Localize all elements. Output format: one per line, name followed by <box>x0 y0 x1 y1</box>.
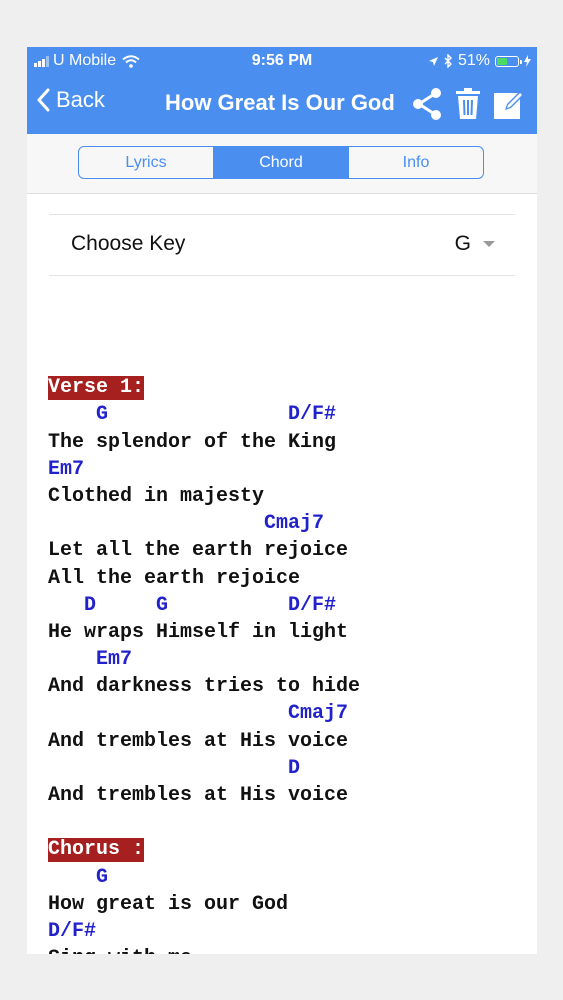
chord-line: Em7 <box>48 457 85 481</box>
trash-icon <box>456 88 480 119</box>
edit-icon <box>494 90 525 119</box>
chord-sheet: Verse 1: G D/F# The splendor of the King E… <box>48 347 528 954</box>
tab-info[interactable]: Info <box>349 147 483 178</box>
share-icon <box>413 88 441 120</box>
share-button[interactable] <box>411 87 443 126</box>
tab-chord[interactable]: Chord <box>214 147 349 178</box>
chord-line: Em7 <box>48 648 133 672</box>
lyric-line: And trembles at His voice <box>48 729 349 753</box>
bluetooth-icon <box>444 54 452 68</box>
lyric-line: All the earth rejoice <box>48 566 301 590</box>
page-title: How Great Is Our God <box>165 90 395 115</box>
nav-row: Back How Great Is Our God <box>27 85 537 125</box>
location-icon <box>428 56 438 66</box>
status-bar: U Mobile 9:56 PM 51% <box>27 47 537 75</box>
chord-line: G D/F# <box>48 403 337 427</box>
chevron-left-icon <box>37 88 50 112</box>
choose-key-label: Choose Key <box>71 232 186 255</box>
chord-line: Cmaj7 <box>48 512 325 536</box>
back-button[interactable]: Back <box>36 87 105 113</box>
app-screen: U Mobile 9:56 PM 51% Back How Great Is O… <box>27 47 537 954</box>
top-bar: U Mobile 9:56 PM 51% Back How Great Is O… <box>27 47 537 134</box>
charging-icon <box>524 55 531 67</box>
battery-fill <box>497 57 508 65</box>
section-heading: Verse 1: <box>48 376 145 401</box>
chord-line: D <box>48 756 301 780</box>
lyric-line: He wraps Himself in light <box>48 620 349 644</box>
chord-line: D G D/F# <box>48 593 337 617</box>
status-right: 51% <box>428 52 531 70</box>
lyric-line: How great is our God <box>48 892 289 916</box>
lyric-line: And darkness tries to hide <box>48 675 361 699</box>
lyric-line: The splendor of the King <box>48 430 337 454</box>
section-heading-row: Chorus : <box>48 836 528 863</box>
back-label: Back <box>56 87 105 112</box>
chord-line: Cmaj7 <box>48 702 349 726</box>
lyric-line: Sing with me <box>48 945 528 954</box>
tab-lyrics[interactable]: Lyrics <box>79 147 214 178</box>
chord-line: G <box>48 865 109 889</box>
chord-line: D/F# <box>48 919 97 943</box>
section-heading: Chorus : <box>48 838 145 863</box>
battery-percent: 51% <box>457 52 490 69</box>
segment-bar: Lyrics Chord Info <box>27 134 537 194</box>
lyric-line: And trembles at His voice <box>48 784 349 807</box>
dropdown-caret-icon <box>483 241 495 247</box>
battery-icon <box>495 55 522 67</box>
section-heading-row: Verse 1: <box>48 374 528 401</box>
delete-button[interactable] <box>455 88 481 125</box>
lyric-line: Clothed in majesty <box>48 484 265 508</box>
edit-button[interactable] <box>493 88 525 125</box>
view-segmented-control: Lyrics Chord Info <box>78 146 484 179</box>
choose-key-row[interactable]: Choose Key G <box>49 214 515 276</box>
nav-actions <box>411 87 525 126</box>
key-value: G <box>454 232 471 255</box>
lyric-line: Let all the earth rejoice <box>48 539 349 563</box>
